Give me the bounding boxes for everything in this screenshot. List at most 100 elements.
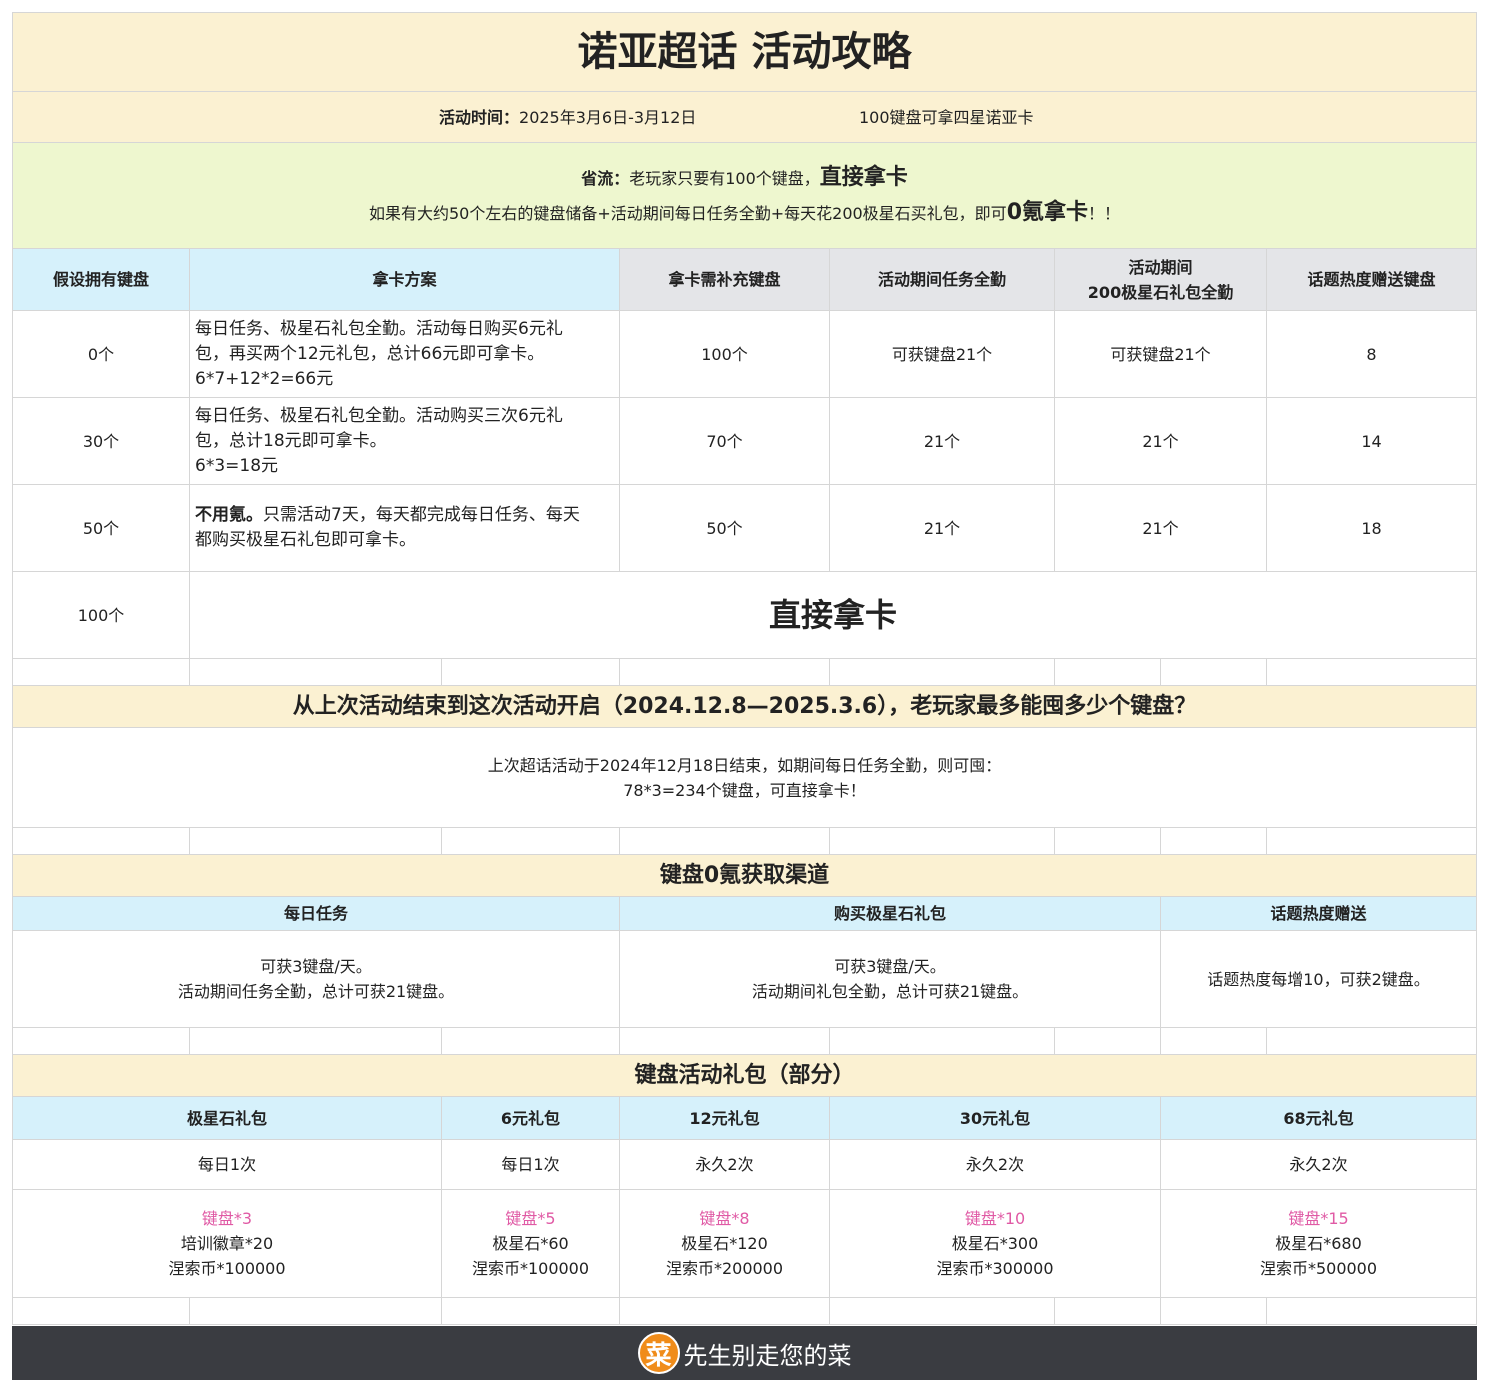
- page-title: 诺亚超话 活动攻略: [12, 12, 1477, 92]
- time-cell: 活动时间：2025年3月6日-3月12日 100键盘可拿四星诺亚卡: [12, 92, 1477, 143]
- spacer-cell: [12, 1028, 190, 1055]
- guide-sheet: 诺亚超话 活动攻略 活动时间：2025年3月6日-3月12日 100键盘可拿四星…: [12, 12, 1477, 1325]
- plan-text: 只需活动7天，每天都完成每日任务、每天: [263, 505, 580, 525]
- task-cell: 可获键盘21个: [830, 311, 1055, 398]
- channel-header-daily: 每日任务: [12, 897, 620, 931]
- reward-coin: 涅索币*500000: [1259, 1259, 1378, 1278]
- section2-line-2: 78*3=234个键盘，可直接拿卡！: [623, 780, 866, 800]
- spacer-cell: [620, 1298, 830, 1325]
- spacer-cell: [1161, 659, 1267, 686]
- spacer-cell: [830, 659, 1055, 686]
- plan-header-row: 假设拥有键盘 拿卡方案 拿卡需补充键盘 活动期间任务全勤 活动期间 200极星石礼…: [12, 249, 1477, 311]
- task-cell: 21个: [830, 485, 1055, 572]
- pack-cell: 21个: [1055, 485, 1267, 572]
- reward-coin: 涅索币*300000: [936, 1259, 1054, 1278]
- tip-row: 省流：老玩家只要有100个键盘，直接拿卡 如果有大约50个左右的键盘储备+活动期…: [12, 143, 1477, 249]
- spacer-cell: [1055, 1298, 1161, 1325]
- tip-line-2: 如果有大约50个左右的键盘储备+活动期间每日任务全勤+每天花200极星石买礼包，…: [369, 196, 1120, 231]
- tip-label: 省流：: [581, 168, 630, 188]
- reward-keys: 键盘*10: [964, 1209, 1026, 1228]
- reward-item: 极星石*680: [1275, 1234, 1362, 1253]
- channel-daily: 可获3键盘/天。 活动期间任务全勤，总计可获21键盘。: [12, 931, 620, 1028]
- owned-cell: 100个: [12, 572, 190, 659]
- need-cell: 50个: [620, 485, 830, 572]
- reward-coin: 涅索币*100000: [471, 1259, 590, 1278]
- time-value: 2025年3月6日-3月12日: [519, 107, 697, 127]
- time-row: 活动时间：2025年3月6日-3月12日 100键盘可拿四星诺亚卡: [12, 92, 1477, 143]
- pack-header: 68元礼包: [1161, 1097, 1477, 1140]
- section3-title-row: 键盘0氪获取渠道: [12, 855, 1477, 897]
- table-row: 0个 每日任务、极星石礼包全勤。活动每日购买6元礼 包，再买两个12元礼包，总计…: [12, 311, 1477, 398]
- direct-card-cell: 直接拿卡: [190, 572, 1477, 659]
- tip-cell: 省流：老玩家只要有100个键盘，直接拿卡 如果有大约50个左右的键盘储备+活动期…: [12, 143, 1477, 249]
- pack-reward: 键盘*15 极星石*680 涅索币*500000: [1161, 1190, 1477, 1298]
- section2-body-row: 上次超话活动于2024年12月18日结束，如期间每日任务全勤，则可囤： 78*3…: [12, 728, 1477, 828]
- spacer-cell: [442, 1298, 620, 1325]
- reward-keys: 键盘*8: [699, 1209, 750, 1228]
- header-heat: 话题热度赠送键盘: [1267, 249, 1477, 311]
- channel-line: 可获3键盘/天。: [834, 957, 946, 976]
- footer-watermark: 菜 先生别走您的菜: [12, 1326, 1477, 1380]
- spacer-row: [12, 659, 1477, 686]
- spacer-cell: [190, 659, 442, 686]
- channel-heat: 话题热度每增10，可获2键盘。: [1161, 931, 1477, 1028]
- need-cell: 100个: [620, 311, 830, 398]
- reward-item: 极星石*120: [681, 1234, 768, 1253]
- channel-header-pack: 购买极星石礼包: [620, 897, 1161, 931]
- owned-cell: 0个: [12, 311, 190, 398]
- spacer-cell: [1161, 1028, 1267, 1055]
- section4-reward-row: 键盘*3 培训徽章*20 涅索币*100000 键盘*5 极星石*60 涅索币*…: [12, 1190, 1477, 1298]
- spacer-cell: [442, 659, 620, 686]
- pack-reward: 键盘*5 极星石*60 涅索币*100000: [442, 1190, 620, 1298]
- plan-line: 不用氪。只需活动7天，每天都完成每日任务、每天: [195, 503, 580, 528]
- owned-cell: 50个: [12, 485, 190, 572]
- spacer-cell: [1055, 1028, 1161, 1055]
- spacer-cell: [442, 828, 620, 855]
- section4-title-row: 键盘活动礼包（部分）: [12, 1055, 1477, 1097]
- section2-body: 上次超话活动于2024年12月18日结束，如期间每日任务全勤，则可囤： 78*3…: [12, 728, 1477, 828]
- spacer-row: [12, 828, 1477, 855]
- table-row: 100个 直接拿卡: [12, 572, 1477, 659]
- tip-exclaim: ！！: [1088, 203, 1121, 223]
- section4-title: 键盘活动礼包（部分）: [12, 1055, 1477, 1097]
- section3-title: 键盘0氪获取渠道: [12, 855, 1477, 897]
- heat-cell: 18: [1267, 485, 1477, 572]
- reward-keys: 键盘*3: [201, 1209, 253, 1228]
- channel-line: 活动期间礼包全勤，总计可获21键盘。: [751, 982, 1029, 1001]
- spacer-cell: [1267, 1298, 1477, 1325]
- footer-text: 先生别走您的菜: [683, 1341, 852, 1370]
- plan-cell: 每日任务、极星石礼包全勤。活动每日购买6元礼 包，再买两个12元礼包，总计66元…: [190, 311, 620, 398]
- spacer-cell: [830, 1028, 1055, 1055]
- title-row: 诺亚超话 活动攻略: [12, 12, 1477, 92]
- pack-limit: 每日1次: [12, 1140, 442, 1190]
- spacer-cell: [1267, 828, 1477, 855]
- tip-line-1: 省流：老玩家只要有100个键盘，直接拿卡: [581, 161, 908, 196]
- tip-direct: 直接拿卡: [819, 164, 908, 190]
- pack-header: 12元礼包: [620, 1097, 830, 1140]
- pack-cell: 可获键盘21个: [1055, 311, 1267, 398]
- reward-item: 培训徽章*20: [180, 1234, 274, 1253]
- header-plan: 拿卡方案: [190, 249, 620, 311]
- section2-title-row: 从上次活动结束到这次活动开启（2024.12.8—2025.3.6），老玩家最多…: [12, 686, 1477, 728]
- plan-line: 包，再买两个12元礼包，总计66元即可拿卡。: [195, 343, 545, 364]
- plan-line: 都购买极星石礼包即可拿卡。: [195, 530, 416, 550]
- time-label: 活动时间：: [439, 107, 520, 127]
- logo-icon: 菜: [637, 1332, 680, 1374]
- spacer-cell: [1055, 659, 1161, 686]
- pack-header: 极星石礼包: [12, 1097, 442, 1140]
- plan-cell: 每日任务、极星石礼包全勤。活动购买三次6元礼 包，总计18元即可拿卡。 6*3=…: [190, 398, 620, 485]
- spacer-cell: [1267, 1028, 1477, 1055]
- section3-header-row: 每日任务 购买极星石礼包 话题热度赠送: [12, 897, 1477, 931]
- pack-cell: 21个: [1055, 398, 1267, 485]
- spacer-cell: [12, 659, 190, 686]
- plan-line: 6*7+12*2=66元: [195, 368, 334, 389]
- plan-line: 每日任务、极星石礼包全勤。活动每日购买6元礼: [195, 318, 563, 339]
- spacer-cell: [12, 1298, 190, 1325]
- reward-item: 极星石*60: [492, 1234, 569, 1253]
- heat-cell: 8: [1267, 311, 1477, 398]
- header-pack-line-1: 活动期间: [1128, 257, 1193, 277]
- pack-header: 6元礼包: [442, 1097, 620, 1140]
- plan-no-pay: 不用氪。: [195, 505, 263, 525]
- heat-cell: 14: [1267, 398, 1477, 485]
- spacer-cell: [620, 828, 830, 855]
